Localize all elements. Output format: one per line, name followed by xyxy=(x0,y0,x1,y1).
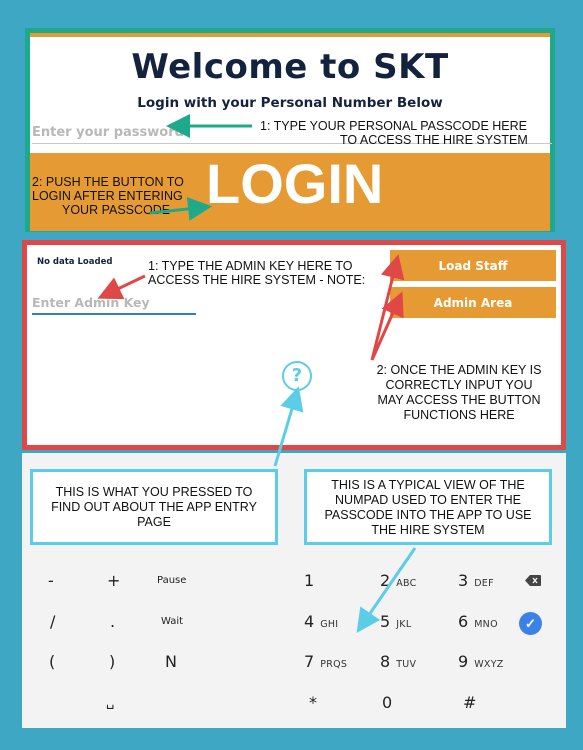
key-8[interactable]: 8 TUV xyxy=(380,652,416,671)
key-5[interactable]: 5 JKL xyxy=(380,612,411,631)
check-icon[interactable]: ✓ xyxy=(519,612,542,635)
login-subtitle: Login with your Personal Number Below xyxy=(137,95,443,111)
status-label: No data Loaded xyxy=(37,257,113,267)
login-button[interactable]: LOGIN 2: PUSH THE BUTTON TO LOGIN AFTER … xyxy=(30,152,550,231)
key-4[interactable]: 4 GHI xyxy=(304,612,338,631)
key-wait[interactable]: Wait xyxy=(161,616,183,627)
admin-panel: No data Loaded 1: TYPE THE ADMIN KEY HER… xyxy=(22,240,566,450)
page-title: Welcome to SKT xyxy=(131,47,449,87)
key-dot[interactable]: . xyxy=(110,612,115,631)
key-close-paren[interactable]: ) xyxy=(109,652,115,671)
numpad-area: THIS IS WHAT YOU PRESSED TO FIND OUT ABO… xyxy=(22,453,566,728)
accent-bar xyxy=(30,33,550,37)
key-open-paren[interactable]: ( xyxy=(49,652,55,671)
callout-help-icon: THIS IS WHAT YOU PRESSED TO FIND OUT ABO… xyxy=(30,469,278,545)
key-9[interactable]: 9 WXYZ xyxy=(458,652,504,671)
admin-key-note: 1: TYPE THE ADMIN KEY HERE TO ACCESS THE… xyxy=(148,259,366,287)
load-staff-button[interactable]: Load Staff xyxy=(390,250,556,281)
login-button-note: 2: PUSH THE BUTTON TO LOGIN AFTER ENTERI… xyxy=(32,175,184,217)
question-circle-icon[interactable]: ? xyxy=(282,361,312,391)
login-panel: Welcome to SKT Login with your Personal … xyxy=(25,28,555,232)
password-note: 1: TYPE YOUR PERSONAL PASSCODE HERE TO A… xyxy=(260,119,528,147)
key-2[interactable]: 2 ABC xyxy=(380,571,417,590)
key-plus[interactable]: + xyxy=(107,571,120,590)
key-7[interactable]: 7 PRQS xyxy=(304,652,347,671)
key-hash[interactable]: # xyxy=(463,693,476,712)
login-button-label: LOGIN xyxy=(206,152,384,215)
key-1[interactable]: 1 xyxy=(304,571,314,590)
backspace-glyph xyxy=(525,575,541,586)
key-0[interactable]: 0 xyxy=(382,693,392,712)
key-3[interactable]: 3 DEF xyxy=(458,571,494,590)
key-minus[interactable]: - xyxy=(48,571,54,590)
key-6[interactable]: 6 MNO xyxy=(458,612,498,631)
key-star[interactable]: * xyxy=(309,693,317,712)
key-slash[interactable]: / xyxy=(50,612,55,631)
backspace-icon[interactable] xyxy=(525,573,541,586)
admin-area-button[interactable]: Admin Area xyxy=(390,287,556,318)
admin-buttons-note: 2: ONCE THE ADMIN KEY IS CORRECTLY INPUT… xyxy=(376,363,542,422)
admin-key-input[interactable] xyxy=(32,291,196,315)
callout-numpad: THIS IS A TYPICAL VIEW OF THE NUMPAD USE… xyxy=(304,469,552,545)
key-n[interactable]: N xyxy=(165,652,177,671)
key-space[interactable]: ␣ xyxy=(106,691,114,710)
key-pause[interactable]: Pause xyxy=(157,575,186,586)
